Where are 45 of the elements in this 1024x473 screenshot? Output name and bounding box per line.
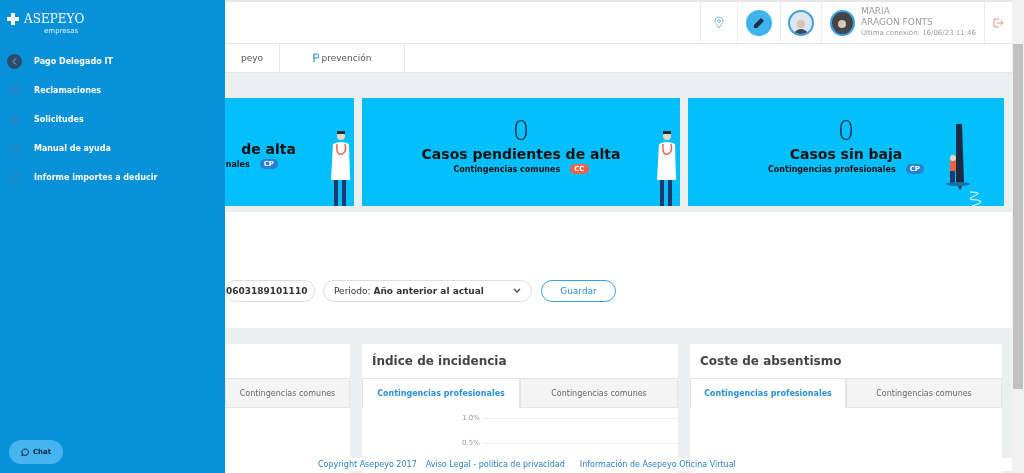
menu-title: Pago Delegado IT bbox=[34, 56, 113, 66]
stat-number: 0 bbox=[837, 116, 855, 146]
external-link-icon bbox=[10, 143, 20, 153]
scrollbar[interactable] bbox=[1012, 0, 1024, 473]
back-button[interactable] bbox=[7, 53, 22, 69]
menu-item[interactable]: Reclamaciones bbox=[34, 85, 102, 95]
user-avatar[interactable] bbox=[830, 9, 855, 36]
user-name: MARIA bbox=[860, 6, 891, 17]
list-icon bbox=[10, 85, 20, 95]
stat-title: Casos sin baja bbox=[789, 146, 903, 162]
logout-icon[interactable] bbox=[993, 17, 1004, 28]
brand-icon bbox=[312, 53, 319, 63]
panel-tab[interactable]: Contingencias profesionales bbox=[362, 378, 520, 408]
chevron-down-icon bbox=[513, 288, 521, 294]
stat-subtitle: Contingencias profesionales bbox=[768, 164, 896, 174]
stat-title: de alta bbox=[241, 141, 296, 157]
footer-link[interactable]: Copyright Asepeyo 2017 bbox=[318, 460, 417, 469]
nav-tab[interactable]: prevención bbox=[280, 44, 405, 72]
user-surname: ARAGON FONTS bbox=[860, 17, 934, 28]
panel-tab[interactable]: Contingencias comunes bbox=[520, 378, 678, 408]
edit-button[interactable] bbox=[746, 9, 772, 36]
footer-link[interactable]: Aviso Legal - política de privacidad bbox=[425, 460, 565, 469]
chat-bubble-icon bbox=[20, 447, 30, 457]
panel-tab[interactable]: Contingencias comunes bbox=[225, 378, 350, 408]
menu-item[interactable]: Solicitudes bbox=[34, 114, 84, 124]
panel-tab[interactable]: Contingencias comunes bbox=[846, 378, 1002, 408]
chevron-left-icon bbox=[12, 57, 17, 65]
stat-subtitle: Contingencias comunes bbox=[453, 164, 561, 174]
stat-subtitle: nales bbox=[225, 159, 250, 169]
menu-item[interactable]: Informe importes a deducir bbox=[34, 172, 158, 182]
cross-logo-icon bbox=[7, 13, 19, 25]
logo-name: ASEPEYO bbox=[24, 12, 85, 26]
location-pin-icon[interactable] bbox=[714, 16, 724, 29]
stat-number: 0 bbox=[512, 116, 530, 146]
avatar[interactable] bbox=[788, 9, 814, 36]
stat-title: Casos pendientes de alta bbox=[421, 146, 621, 162]
menu-item[interactable]: Manual de ayuda bbox=[34, 143, 111, 153]
external-link-icon bbox=[10, 172, 20, 182]
footer-link[interactable]: Información de Asepeyo Oficina Virtual bbox=[579, 460, 736, 469]
save-button[interactable]: Guardar bbox=[541, 280, 616, 302]
panel-title: Índice de incidencia bbox=[372, 354, 507, 368]
panel-tab[interactable]: Contingencias profesionales bbox=[690, 378, 846, 408]
pen-icon bbox=[753, 16, 765, 29]
panel-title: Coste de absentismo bbox=[700, 354, 842, 368]
list-icon bbox=[10, 114, 20, 124]
